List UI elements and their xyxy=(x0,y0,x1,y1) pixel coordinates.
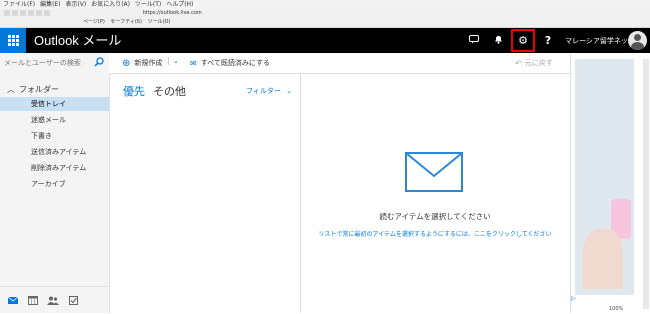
filter-dropdown[interactable]: フィルター ⌄ xyxy=(246,86,292,96)
envelope-open-icon: ✉ xyxy=(190,58,197,68)
envelope-icon xyxy=(405,152,463,192)
toolbar-row: ページ(P) セーフティ(S) ツール(O) xyxy=(0,18,650,27)
app-launcher-button[interactable] xyxy=(0,28,26,53)
tab-focused[interactable]: 優先 xyxy=(123,83,145,99)
plus-icon: ⊕ xyxy=(122,57,131,69)
checkbox-icon xyxy=(68,295,78,305)
folders-header-label: フォルダー xyxy=(19,85,59,94)
browser-menu-bar: ファイル(F) 編集(E) 表示(V) お気に入り(A) ツール(T) ヘルプ(… xyxy=(0,0,650,9)
url-text[interactable]: https://outlook.live.com xyxy=(143,10,202,16)
calendar-module-button[interactable] xyxy=(26,294,40,306)
tasks-module-button[interactable] xyxy=(66,294,80,306)
select-first-item-link[interactable]: リストで常に最初のアイテムを選択するようにするには、ここをクリックしてください xyxy=(301,229,569,238)
module-switcher xyxy=(0,286,109,314)
favorite-icon[interactable] xyxy=(36,9,42,16)
new-options-dropdown[interactable]: ⌄ xyxy=(168,57,179,65)
filter-label: フィルター xyxy=(246,87,281,95)
empty-state-message: 読むアイテムを選択してください xyxy=(379,212,491,221)
menu-view[interactable]: 表示(V) xyxy=(65,1,86,8)
browser-command-bar: https://outlook.live.com ページ(P) セーフティ(S)… xyxy=(0,9,650,28)
notifications-button[interactable] xyxy=(487,28,509,53)
menu-edit[interactable]: 編集(E) xyxy=(40,1,60,8)
waffle-icon xyxy=(7,35,19,46)
app-top-bar: Outlook メール ⚙ ? マレーシア留学ネット xyxy=(0,28,650,53)
avatar[interactable] xyxy=(628,31,647,50)
folder-inbox[interactable]: 受信トレイ xyxy=(0,97,109,111)
favorite-icon[interactable] xyxy=(44,9,50,16)
bell-icon xyxy=(494,34,503,47)
user-name[interactable]: マレーシア留学ネット xyxy=(565,36,635,46)
favorite-icon[interactable] xyxy=(12,9,18,16)
new-message-button[interactable]: ⊕ 新規作成 xyxy=(122,57,162,69)
app-title: Outlook メール xyxy=(34,33,122,48)
new-message-label: 新規作成 xyxy=(134,59,163,67)
menu-tools[interactable]: ツール(T) xyxy=(135,1,161,8)
folder-drafts[interactable]: 下書き xyxy=(0,129,109,143)
undo-icon: ↶ xyxy=(515,58,522,68)
people-module-button[interactable] xyxy=(46,294,60,306)
menu-help[interactable]: ヘルプ(H) xyxy=(166,1,193,8)
undo-button[interactable]: ↶ 元に戻す xyxy=(515,57,553,69)
folder-sent[interactable]: 送信済みアイテム xyxy=(0,145,109,159)
help-button[interactable]: ? xyxy=(537,28,559,53)
tab-other[interactable]: その他 xyxy=(153,83,186,99)
tools-menu[interactable]: ツール(O) xyxy=(148,19,171,25)
favorite-icon[interactable] xyxy=(20,9,26,16)
calendar-icon xyxy=(28,295,38,305)
menu-favorites[interactable]: お気に入り(A) xyxy=(91,1,130,8)
mark-all-read-label: すべて既読済みにする xyxy=(200,59,271,67)
ad-choices-icon[interactable]: ▷ xyxy=(571,295,576,302)
ad-banner[interactable] xyxy=(575,59,634,295)
undo-label: 元に戻す xyxy=(524,59,553,67)
folders-header[interactable]: ︿ フォルダー xyxy=(7,84,59,95)
command-bar: ⊕ 新規作成 ⌄ ✉ すべて既読済みにする ↶ 元に戻す xyxy=(110,53,570,74)
folder-junk[interactable]: 迷惑メール xyxy=(0,113,109,127)
favorite-icon[interactable] xyxy=(28,9,34,16)
message-list: 優先 その他 フィルター ⌄ xyxy=(110,74,301,313)
gear-icon: ⚙ xyxy=(518,34,528,47)
search-icon[interactable] xyxy=(94,57,104,69)
question-icon: ? xyxy=(544,34,552,47)
search-input[interactable] xyxy=(4,57,90,69)
search-box xyxy=(0,53,109,74)
mark-all-read-button[interactable]: ✉ すべて既読済みにする xyxy=(190,57,270,69)
folder-archive[interactable]: アーカイブ xyxy=(0,177,109,191)
chevron-down-icon: ⌄ xyxy=(173,57,179,65)
reading-pane: 読むアイテムを選択してください リストで常に最初のアイテムを選択するようにするに… xyxy=(301,74,569,313)
chat-icon xyxy=(469,34,479,47)
chevron-down-icon: ⌄ xyxy=(286,87,292,95)
settings-button[interactable]: ⚙ xyxy=(511,29,535,52)
safety-menu[interactable]: セーフティ(S) xyxy=(110,19,141,25)
zoom-level[interactable]: 100% xyxy=(609,306,623,312)
ad-scrollbar[interactable] xyxy=(643,59,649,309)
mail-icon xyxy=(8,296,18,304)
folder-deleted[interactable]: 削除済みアイテム xyxy=(0,161,109,175)
skype-chat-button[interactable] xyxy=(463,28,485,53)
favorites-row: https://outlook.live.com xyxy=(0,9,650,18)
favorite-icon[interactable] xyxy=(4,9,10,16)
mail-module-button[interactable] xyxy=(6,294,20,306)
chevron-up-icon: ︿ xyxy=(7,85,15,94)
page-menu[interactable]: ページ(P) xyxy=(83,19,105,25)
ad-column: ▷ 100% xyxy=(570,53,650,313)
menu-file[interactable]: ファイル(F) xyxy=(3,1,35,8)
folder-pane: ︿ フォルダー 受信トレイ 迷惑メール 下書き 送信済みアイテム 削除済みアイテム… xyxy=(0,73,110,313)
people-icon xyxy=(47,296,59,305)
